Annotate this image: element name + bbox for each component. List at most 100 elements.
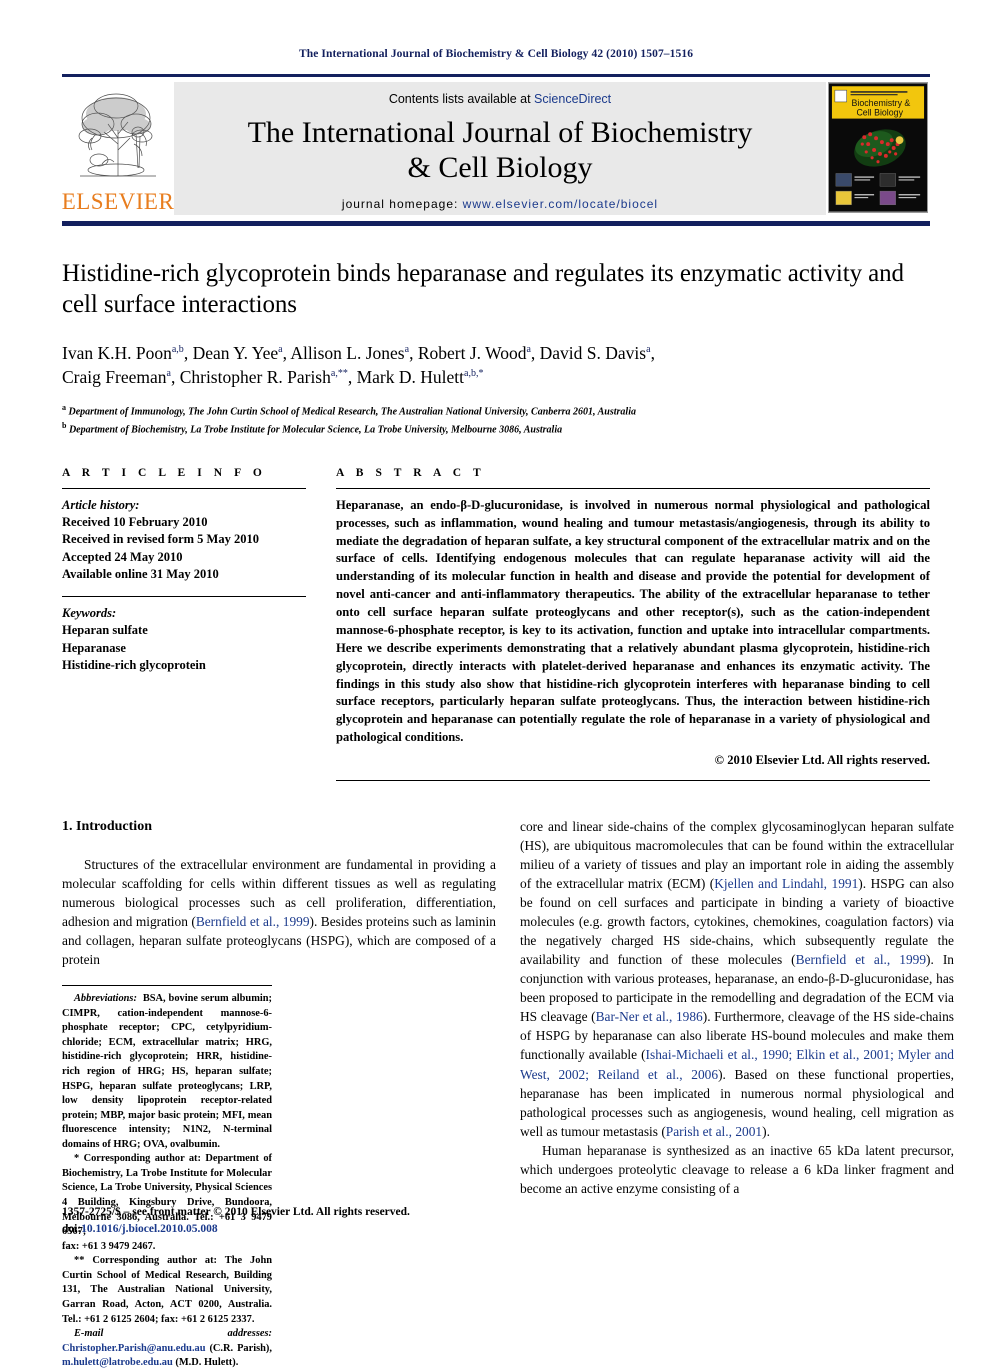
title-area: Histidine-rich glycoprotein binds hepara…	[62, 258, 930, 437]
affiliation-text: Department of Immunology, The John Curti…	[68, 406, 636, 418]
running-head: The International Journal of Biochemistr…	[298, 48, 694, 60]
keywords-label: Keywords:	[62, 606, 117, 621]
author-name: Ivan K.H. Poon	[62, 342, 172, 363]
bottom-matter: 1357-2725/$ – see front matter © 2010 El…	[62, 1204, 502, 1237]
author-name: Christopher R. Parish	[179, 367, 331, 388]
journal-title-line-2: & Cell Biology	[407, 150, 593, 184]
citation-kjellen-lindahl-1991[interactable]: Kjellen and Lindahl, 1991	[714, 876, 858, 891]
author-name: Mark D. Hulett	[356, 367, 464, 388]
doi-label: doi:	[62, 1222, 82, 1235]
right-text-1f: ).	[762, 1123, 770, 1139]
author-list: Ivan K.H. Poona,b, Dean Y. Yeea, Allison…	[62, 341, 930, 391]
affiliation-mark: a	[62, 403, 66, 413]
info-abstract-region: A R T I C L E I N F O Article history: R…	[62, 466, 930, 782]
abbreviations-label: Abbreviations:	[74, 993, 137, 1005]
affiliation-a: a Department of Immunology, The John Cur…	[62, 402, 930, 419]
section-heading-introduction: 1. Introduction	[62, 819, 152, 835]
article-history-label: Article history:	[62, 497, 140, 512]
email-link-parish[interactable]: Christopher.Parish@anu.edu.au	[62, 1343, 206, 1354]
intro-paragraph-left: Structures of the extracellular environm…	[62, 855, 496, 969]
author-affil-mark: a	[166, 368, 171, 380]
abbreviations-text: BSA, bovine serum albumin; CIMPR, cation…	[62, 993, 272, 1150]
elsevier-wordmark: ELSEVIER	[61, 189, 175, 214]
history-item: Received in revised form 5 May 2010	[62, 532, 259, 547]
svg-text:Biochemistry &: Biochemistry &	[852, 98, 911, 108]
author-affil-mark: a,**	[330, 368, 348, 380]
abstract-copyright: © 2010 Elsevier Ltd. All rights reserved…	[714, 753, 930, 768]
abstract-heading: A B S T R A C T	[336, 466, 486, 479]
email-label: E-mail addresses:	[74, 1328, 272, 1340]
author-affil-mark: a,b,*	[464, 368, 484, 380]
sciencedirect-link[interactable]: ScienceDirect	[534, 92, 611, 106]
article-info-rule-top	[62, 487, 306, 489]
affiliation-b: b Department of Biochemistry, La Trobe I…	[62, 420, 930, 437]
abstract-rule-top	[336, 487, 930, 489]
masthead-center: Contents lists available at ScienceDirec…	[174, 82, 826, 215]
corr-text-2: Corresponding author at: The John Curtin…	[62, 1255, 272, 1325]
author-name: Allison L. Jones	[290, 342, 405, 363]
article-info-heading: A R T I C L E I N F O	[62, 466, 267, 479]
body-region: 1. Introduction Structures of the extrac…	[62, 817, 954, 1371]
author-affil-mark: a,b	[171, 343, 184, 355]
keyword-item: Histidine-rich glycoprotein	[62, 657, 206, 672]
author-name: Craig Freeman	[62, 367, 167, 388]
email-footnote: E-mail addresses: Christopher.Parish@anu…	[62, 1327, 272, 1371]
issn-front-matter-line: 1357-2725/$ – see front matter © 2010 El…	[62, 1206, 410, 1218]
svg-text:Cell Biology: Cell Biology	[856, 108, 903, 118]
history-item: Received 10 February 2010	[62, 515, 208, 530]
keyword-item: Heparanase	[62, 640, 126, 655]
article-info-rule-mid	[62, 596, 306, 598]
author-line-1: Ivan K.H. Poona,b, Dean Y. Yeea, Allison…	[62, 342, 655, 363]
author-name: Robert J. Wood	[417, 342, 527, 363]
affiliation-text: Department of Biochemistry, La Trobe Ins…	[68, 423, 563, 435]
corresponding-author-2-footnote: ** Corresponding author at: The John Cur…	[62, 1254, 272, 1327]
contents-available-line: Contents lists available at ScienceDirec…	[389, 92, 611, 106]
citation-parish-2001[interactable]: Parish et al., 2001	[666, 1124, 762, 1139]
email-link-hulett[interactable]: m.hulett@latrobe.edu.au	[62, 1357, 173, 1368]
citation-bernfield-1999-right[interactable]: Bernfield et al., 1999	[796, 952, 926, 967]
abstract-text: Heparanase, an endo-β-D-glucuronidase, i…	[336, 497, 930, 745]
masthead: ELSEVIER Contents lists available at Sci…	[62, 82, 930, 215]
homepage-label: journal homepage:	[341, 196, 463, 211]
email-owner-parish: (C.R. Parish),	[209, 1342, 272, 1354]
intro-paragraph-right-1: core and linear side-chains of the compl…	[520, 817, 954, 1141]
corr-mark-1: *	[74, 1153, 80, 1165]
abbreviations-footnote: Abbreviations: BSA, bovine serum albumin…	[62, 992, 272, 1152]
corr-fax-1: fax: +61 3 9479 2467.	[62, 1240, 156, 1252]
keyword-item: Heparan sulfate	[62, 623, 148, 638]
author-affil-mark: a	[278, 343, 283, 355]
journal-article-page: The International Journal of Biochemistr…	[0, 0, 992, 1368]
citation-bar-ner-1986[interactable]: Bar-Ner et al., 1986	[596, 1009, 703, 1024]
doi-line: doi:10.1016/j.biocel.2010.05.008	[62, 1221, 502, 1238]
masthead-bottom-rule	[62, 221, 930, 226]
author-affil-mark: a	[646, 343, 651, 355]
author-name: Dean Y. Yee	[192, 342, 279, 363]
intro-paragraph-right-2: Human heparanase is synthesized as an in…	[520, 1142, 954, 1196]
author-affil-mark: a	[404, 343, 410, 355]
cover-block: Biochemistry & Cell Biology	[826, 82, 930, 215]
abstract-rule-bottom	[336, 780, 930, 782]
article-info-column: A R T I C L E I N F O Article history: R…	[62, 467, 332, 781]
citation-bernfield-1999[interactable]: Bernfield et al., 1999	[196, 914, 310, 929]
abstract-column: A B S T R A C T Heparanase, an endo-β-D-…	[332, 466, 930, 782]
body-column-right: core and linear side-chains of the compl…	[520, 817, 954, 1371]
keywords-group: Keywords: Heparan sulfate Heparanase His…	[62, 605, 306, 674]
masthead-container: ELSEVIER Contents lists available at Sci…	[62, 74, 930, 215]
doi-link[interactable]: 10.1016/j.biocel.2010.05.008	[81, 1223, 217, 1235]
history-item: Accepted 24 May 2010	[62, 549, 183, 564]
email-owner-hulett: (M.D. Hulett).	[175, 1357, 239, 1369]
elsevier-tree-logo	[66, 84, 170, 182]
homepage-url-link[interactable]: www.elsevier.com/locate/biocel	[463, 197, 658, 211]
journal-cover-thumbnail-icon: Biochemistry & Cell Biology	[828, 82, 928, 213]
author-affil-mark: a	[526, 343, 531, 355]
contents-prefix: Contents lists available at	[388, 92, 535, 106]
body-column-left: 1. Introduction Structures of the extrac…	[62, 817, 496, 1371]
article-history-group: Article history: Received 10 February 20…	[62, 497, 306, 583]
journal-title-line-1: The International Journal of Biochemistr…	[247, 116, 753, 149]
corr-mark-2: **	[74, 1255, 85, 1267]
publisher-block: ELSEVIER	[62, 82, 174, 215]
author-line-2: Craig Freemana, Christopher R. Parisha,*…	[62, 367, 484, 388]
journal-homepage-line: journal homepage: www.elsevier.com/locat…	[342, 197, 658, 211]
history-item: Available online 31 May 2010	[62, 566, 219, 581]
journal-title: The International Journal of Biochemistr…	[248, 116, 753, 186]
